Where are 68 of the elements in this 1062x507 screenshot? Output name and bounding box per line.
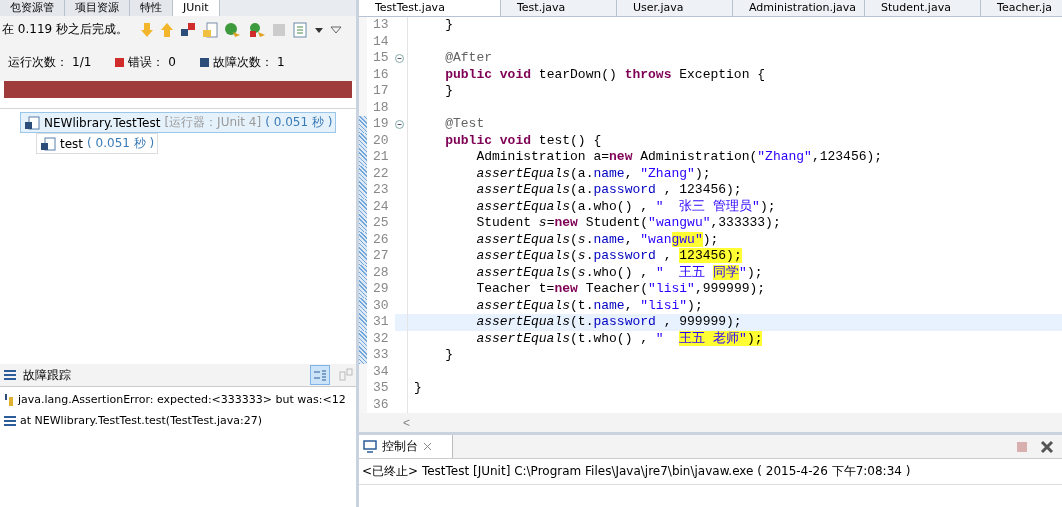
rerun-failed-icon[interactable]: [248, 21, 266, 38]
exception-icon: [3, 392, 15, 407]
tree-item[interactable]: test ( 0.051 秒 ): [36, 133, 159, 154]
view-tab[interactable]: 特性: [130, 0, 173, 16]
editor-tab[interactable]: Administration.java: [733, 0, 866, 16]
code-line: @After: [444, 50, 492, 67]
code-line: public void tearDown() throws Exception {: [444, 66, 766, 83]
console-tab[interactable]: 控制台: [359, 435, 453, 458]
editor-tab[interactable]: TestTest.java: [359, 0, 501, 16]
filter-trace-button[interactable]: [310, 365, 330, 385]
view-tab[interactable]: 项目资源: [65, 0, 130, 16]
counter-value: 1/1: [72, 55, 92, 69]
dropdown-icon[interactable]: [314, 25, 324, 34]
status-text: 在 0.119 秒之后完成。: [2, 21, 128, 38]
line-number: 31: [367, 314, 395, 331]
stop-icon: [272, 22, 286, 37]
view-tab[interactable]: JUnit: [173, 0, 220, 16]
tree-item[interactable]: NEWlibrary.TestTest [运行器：JUnit 4] ( 0.051 秒 ): [20, 112, 337, 133]
collapse-icon[interactable]: [395, 53, 404, 63]
editor-tab[interactable]: Student.java: [865, 0, 982, 16]
code-line: assertEquals(t.name, "lisi");: [475, 297, 703, 314]
code-line: assertEquals(a.password , 123456);: [475, 182, 742, 199]
trace-line[interactable]: at NEWlibrary.TestTest.test(TestTest.java:27): [20, 414, 263, 427]
monitor-icon: [363, 440, 377, 453]
filter-icon: [313, 368, 327, 382]
trace-line[interactable]: java.lang.AssertionError: expected:<333333> but was:<12: [18, 393, 346, 406]
counter-label: 错误：: [128, 53, 165, 71]
code-line: }: [444, 347, 453, 364]
test-class-icon: [24, 115, 40, 130]
code-line: }: [444, 17, 453, 34]
code-line: }: [414, 380, 422, 397]
code-line: assertEquals(s.name, "wangwu");: [475, 231, 719, 248]
code-line: assertEquals(a.name, "Zhang");: [475, 165, 711, 182]
counter-label: 故障次数：: [212, 53, 273, 71]
counter-label: 运行次数：: [8, 53, 68, 71]
console-status: <已终止> TestTest [JUnit] C:\Program Files\Java\jre7\bin\javaw.exe ( 2015-4-26 下午7:08:34 ): [359, 459, 1062, 485]
code-line: }: [444, 83, 453, 100]
editor-tab[interactable]: Test.java: [501, 0, 617, 16]
rerun-icon[interactable]: [224, 21, 242, 38]
remove-launch-icon[interactable]: [1040, 439, 1054, 454]
collapse-icon[interactable]: [395, 119, 404, 129]
code-line: public void test() {: [444, 132, 602, 149]
test-class-icon: [40, 136, 56, 151]
code-line: assertEquals(t.who() , " 王五 老师");: [475, 330, 763, 347]
code-line: @Test: [444, 116, 485, 133]
failures-only-icon[interactable]: [180, 21, 196, 38]
list-icon: [3, 369, 17, 381]
close-icon[interactable]: [423, 442, 432, 451]
code-line: Administration a=new Administration("Zhang",123456);: [475, 149, 883, 166]
counter-value: 1: [276, 55, 285, 69]
code-line: Student s=new Student("wangwu",333333);: [475, 215, 781, 232]
panel-title: 故障跟踪: [23, 366, 72, 384]
editor-tab[interactable]: Teacher.ja: [981, 0, 1062, 16]
code-line: assertEquals(s.password , 123456);: [475, 248, 742, 265]
counter-value: 0: [168, 55, 176, 69]
error-icon: [115, 57, 125, 67]
code-line: assertEquals(s.who() , " 王五 同学");: [475, 264, 763, 281]
code-line: Teacher t=new Teacher("lisi",999999);: [475, 281, 766, 298]
terminate-icon: [1016, 440, 1028, 453]
view-menu-icon[interactable]: [330, 25, 342, 34]
view-tab[interactable]: 包资源管: [0, 0, 65, 16]
compare-icon: [339, 368, 353, 382]
stack-frame-icon: [3, 414, 17, 427]
editor-tab[interactable]: User.java: [617, 0, 733, 16]
code-line: assertEquals(a.who() , " 张三 管理员");: [475, 198, 776, 215]
history-icon[interactable]: [292, 21, 308, 38]
code-line: assertEquals(t.password , 999999);: [475, 314, 742, 331]
failure-icon: [199, 57, 209, 67]
